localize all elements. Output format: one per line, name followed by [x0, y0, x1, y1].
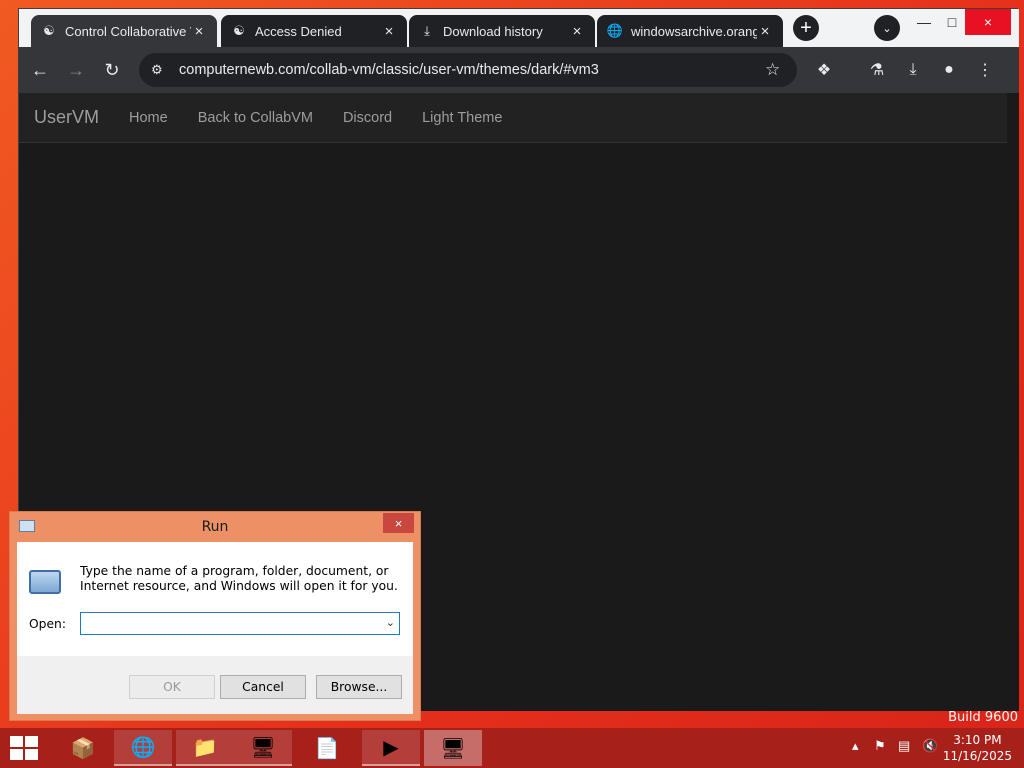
run-buttons: OK Cancel Browse... [17, 656, 413, 714]
menu-icon[interactable]: ⋮ [972, 57, 998, 83]
labs-flask-icon[interactable]: ⚗ [864, 57, 890, 83]
maximize-button[interactable]: □ [935, 9, 969, 35]
run-close-button[interactable]: × [383, 513, 414, 533]
url-text: computernewb.com/collab-vm/classic/user-… [179, 62, 599, 78]
windows-start-icon[interactable] [10, 736, 38, 760]
site-info-icon[interactable]: ⚙ [151, 62, 169, 78]
system-clock[interactable]: 3:10 PM 11/16/2025 [943, 732, 1012, 764]
tab-windowsarchive[interactable]: 🌐 windowsarchive.orange × [597, 15, 783, 47]
chevron-down-icon[interactable]: ⌄ [386, 616, 395, 629]
remote-app-icon[interactable]: ▶ [362, 730, 420, 766]
forward-icon[interactable]: → [63, 57, 89, 83]
taskbar-app-icon[interactable]: 📦 [54, 730, 112, 766]
close-icon[interactable]: × [381, 23, 397, 40]
nav-link-back-to-collabvm[interactable]: Back to CollabVM [198, 110, 313, 126]
file-explorer-icon[interactable]: 📁 [176, 730, 234, 766]
cancel-button[interactable]: Cancel [220, 675, 306, 699]
browser-toolbar: ← → ↻ ⚙ computernewb.com/collab-vm/class… [19, 47, 1019, 93]
run-body: Type the name of a program, folder, docu… [17, 542, 413, 656]
collabvm-icon: ☯ [233, 23, 245, 38]
nav-link-discord[interactable]: Discord [343, 110, 392, 126]
tab-control-collaborative[interactable]: ☯ Control Collaborative V × [31, 15, 217, 47]
site-brand[interactable]: UserVM [34, 107, 99, 128]
close-icon[interactable]: × [757, 23, 773, 40]
ok-button[interactable]: OK [129, 675, 215, 699]
downloads-icon[interactable]: ⤓ [900, 57, 926, 83]
document-app-icon[interactable]: 📄 [298, 730, 356, 766]
tab-search-button[interactable]: ⌄ [874, 15, 900, 41]
back-icon[interactable]: ← [27, 57, 53, 83]
taskbar: 📦 🌐 📁 🖥 📄 ▶ 🖥 ▴ ⚑ ▤ 🔇 3:10 PM 11/16/2025 [0, 728, 1024, 768]
extensions-icon[interactable]: ❖ [811, 57, 837, 83]
collabvm-icon: ☯ [43, 23, 55, 38]
globe-icon: 🌐 [606, 23, 624, 38]
open-label: Open: [29, 617, 66, 631]
run-program-icon [29, 570, 61, 594]
close-window-button[interactable]: × [965, 9, 1011, 35]
address-bar[interactable]: ⚙ computernewb.com/collab-vm/classic/use… [139, 53, 797, 87]
control-panel-icon[interactable]: 🖥 [234, 730, 292, 766]
run-description: Type the name of a program, folder, docu… [80, 564, 398, 593]
action-center-flag-icon[interactable]: ⚑ [874, 738, 886, 754]
tab-label: Download history [443, 23, 543, 39]
network-icon[interactable]: ▤ [898, 738, 910, 754]
volume-mute-icon[interactable]: 🔇 [922, 738, 938, 754]
profile-icon[interactable]: ● [936, 57, 962, 83]
tab-label: windowsarchive.orange [631, 23, 757, 39]
tray-overflow-icon[interactable]: ▴ [852, 738, 859, 754]
build-watermark: Build 9600 [948, 710, 1018, 725]
browser-taskbar-icon[interactable]: 🌐 [114, 730, 172, 766]
tab-access-denied[interactable]: ☯ Access Denied × [221, 15, 407, 47]
tab-download-history[interactable]: ⤓ Download history × [409, 15, 595, 47]
new-tab-button[interactable]: + [793, 15, 819, 41]
nav-link-home[interactable]: Home [129, 110, 168, 126]
run-taskbar-icon[interactable]: 🖥 [424, 730, 482, 766]
nav-link-light-theme[interactable]: Light Theme [422, 110, 502, 126]
tab-label: Access Denied [255, 23, 342, 39]
close-icon[interactable]: × [191, 23, 207, 40]
run-title: Run [201, 519, 229, 535]
tab-label: Control Collaborative V [65, 23, 191, 39]
close-icon[interactable]: × [569, 23, 585, 40]
download-icon: ⤓ [424, 23, 430, 38]
bookmark-star-icon[interactable]: ☆ [765, 60, 785, 80]
reload-icon[interactable]: ↻ [99, 57, 125, 83]
site-navbar: UserVM Home Back to CollabVM Discord Lig… [19, 93, 1007, 143]
browse-button[interactable]: Browse... [316, 675, 402, 699]
clock-time: 3:10 PM [953, 733, 1002, 747]
run-title-bar[interactable]: Run × [10, 512, 420, 542]
clock-date: 11/16/2025 [942, 749, 1012, 763]
run-dialog: Run × Type the name of a program, folder… [9, 511, 421, 721]
open-combobox[interactable]: ⌄ [80, 612, 400, 635]
